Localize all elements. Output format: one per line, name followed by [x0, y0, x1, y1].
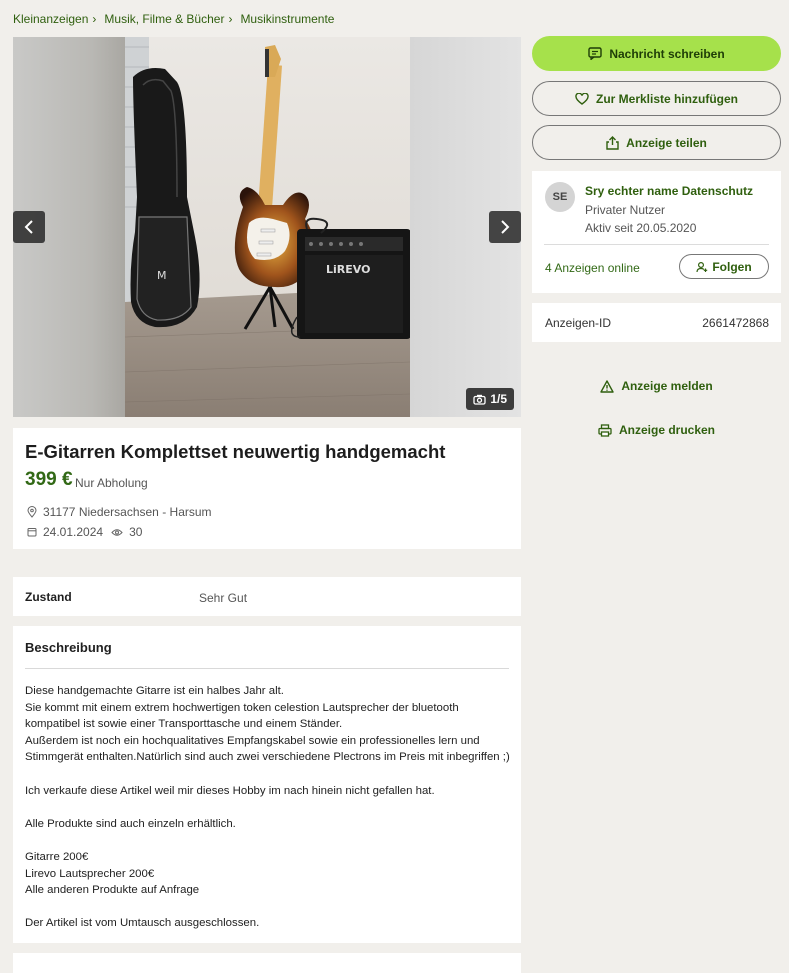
eye-icon	[111, 528, 123, 536]
listing-location: 31177 Niedersachsen - Harsum	[43, 505, 212, 519]
description-line	[25, 766, 511, 783]
chevron-left-icon	[24, 220, 33, 234]
next-section-card	[13, 953, 521, 973]
description-line: Lirevo Lautsprecher 200€	[25, 867, 155, 880]
description-line: Alle Produkte sind auch einzeln erhältli…	[25, 817, 236, 830]
price-note: Nur Abholung	[75, 476, 148, 490]
seller-ads-link[interactable]: 4 Anzeigen online	[545, 261, 640, 275]
message-button[interactable]: Nachricht schreiben	[532, 36, 781, 71]
description-line	[25, 899, 511, 916]
svg-text:M: M	[157, 269, 167, 282]
amp-brand-label: LiREVO	[326, 263, 370, 276]
gallery-next-button[interactable]	[489, 211, 521, 243]
report-ad-label: Anzeige melden	[621, 379, 713, 393]
seller-name[interactable]: Sry echter name Datenschutz	[585, 184, 753, 198]
description-line: Sie kommt mit einem extrem hochwertigen …	[25, 701, 459, 714]
print-ad-label: Anzeige drucken	[618, 423, 716, 437]
image-counter-label: 1/5	[490, 392, 507, 406]
description-heading: Beschreibung	[25, 640, 112, 655]
breadcrumb-item-musik[interactable]: Musik, Filme & Bücher ›	[104, 12, 240, 26]
description-line: Gitarre 200€	[25, 850, 89, 863]
image-gallery[interactable]: M LiREVO 1/5	[13, 37, 521, 417]
date-views-row: 24.01.2024 30	[27, 525, 142, 539]
watchlist-button[interactable]: Zur Merkliste hinzufügen	[532, 81, 781, 116]
listing-title: E-Gitarren Komplettset neuwertig handgem…	[25, 441, 446, 462]
warning-icon	[600, 379, 615, 393]
description-line: Diese handgemachte Gitarre ist ein halbe…	[25, 685, 284, 697]
camera-icon	[473, 394, 486, 405]
description-line	[25, 799, 511, 816]
watchlist-button-label: Zur Merkliste hinzufügen	[595, 91, 738, 106]
seller-card: SE Sry echter name Datenschutz Privater …	[532, 171, 781, 293]
follow-user-icon	[696, 261, 708, 272]
seller-type: Privater Nutzer	[585, 203, 666, 217]
printer-icon	[598, 423, 612, 437]
breadcrumb-label: Musikinstrumente	[240, 12, 335, 26]
description-line: Außerdem ist noch ein hochqualitatives E…	[25, 734, 480, 747]
ad-id-value: 2661472868	[702, 316, 769, 330]
condition-label: Zustand	[25, 590, 72, 604]
chat-icon	[588, 47, 603, 60]
print-ad-link[interactable]: Anzeige drucken	[532, 423, 781, 437]
chevron-right-icon	[501, 220, 510, 234]
location-row: 31177 Niedersachsen - Harsum	[27, 505, 212, 519]
description-line: Alle anderen Produkte auf Anfrage	[25, 884, 200, 897]
share-icon	[606, 135, 619, 150]
guitar-set-illustration: M LiREVO	[125, 37, 410, 417]
condition-value: Sehr Gut	[199, 591, 248, 605]
description-card: Beschreibung Diese handgemachte Gitarre …	[13, 626, 521, 943]
gallery-prev-button[interactable]	[13, 211, 45, 243]
details-card: Zustand Sehr Gut	[13, 577, 521, 616]
chevron-right-icon: ›	[92, 12, 97, 26]
divider	[544, 244, 769, 245]
calendar-icon	[27, 528, 37, 537]
description-line: Der Artikel ist vom Umtausch ausgeschlos…	[25, 917, 260, 930]
share-button-label: Anzeige teilen	[626, 135, 707, 150]
description-line: kompatibel ist sowie einer Transporttasc…	[25, 718, 343, 731]
breadcrumb-item-kleinanzeigen[interactable]: Kleinanzeigen ›	[13, 12, 104, 26]
listing-summary-card: E-Gitarren Komplettset neuwertig handgem…	[13, 428, 521, 549]
description-line	[25, 832, 511, 849]
ad-id-label: Anzeigen-ID	[545, 316, 612, 330]
listing-views: 30	[129, 525, 143, 539]
description-line: Ich verkaufe diese Artikel weil mir dies…	[25, 784, 435, 797]
seller-active-since: Aktiv seit 20.05.2020	[585, 221, 697, 235]
chevron-right-icon: ›	[228, 12, 233, 26]
ad-id-card: Anzeigen-ID 2661472868	[532, 303, 781, 342]
listing-photo[interactable]: M LiREVO	[125, 37, 410, 417]
description-text: Diese handgemachte Gitarre ist ein halbe…	[25, 683, 511, 932]
listing-price: 399 €	[25, 469, 73, 490]
heart-icon	[575, 92, 589, 105]
breadcrumb-label: Musik, Filme & Bücher	[104, 12, 225, 26]
image-counter: 1/5	[466, 388, 514, 410]
location-pin-icon	[27, 506, 37, 518]
report-ad-link[interactable]: Anzeige melden	[532, 379, 781, 393]
follow-button-label: Folgen	[712, 259, 752, 274]
divider	[25, 668, 509, 669]
follow-button[interactable]: Folgen	[679, 254, 769, 279]
share-button[interactable]: Anzeige teilen	[532, 125, 781, 160]
message-button-label: Nachricht schreiben	[609, 46, 725, 61]
breadcrumb-label: Kleinanzeigen	[13, 12, 89, 26]
breadcrumb-item-musikinstrumente[interactable]: Musikinstrumente	[240, 12, 334, 26]
avatar: SE	[545, 182, 575, 212]
breadcrumb: Kleinanzeigen › Musik, Filme & Bücher › Mu…	[13, 12, 334, 26]
listing-date: 24.01.2024	[43, 525, 104, 539]
description-line: Stimmgerät enthalten.Natürlich sind auch…	[25, 751, 510, 764]
